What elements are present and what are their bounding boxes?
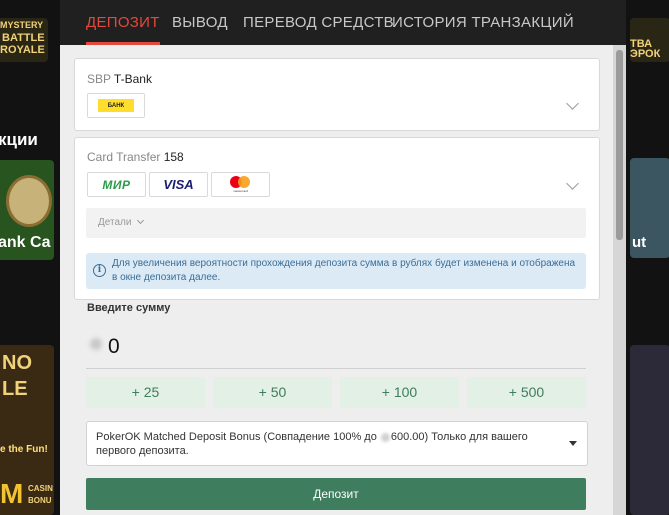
amount-label: Введите сумму — [87, 302, 171, 314]
payment-method-sbp[interactable]: SBP T-Bank БАНК — [74, 58, 600, 131]
currency-symbol-icon — [90, 338, 102, 350]
payment-number: 158 — [163, 150, 184, 164]
caret-down-icon[interactable] — [569, 441, 577, 446]
info-icon: i — [93, 264, 106, 277]
game-tile-title: ank Ca — [0, 234, 51, 251]
tbank-logo-badge: БАНК — [98, 99, 134, 112]
quick-amount-25-button[interactable]: + 25 — [86, 377, 205, 408]
tab-deposit[interactable]: ДЕПОЗИТ — [86, 14, 160, 31]
chevron-down-icon[interactable] — [566, 177, 579, 190]
game-tile-title: M — [0, 478, 24, 509]
game-tile-casino-hall[interactable] — [630, 345, 669, 515]
game-tile-title: CASIN — [28, 484, 53, 493]
mastercard-circles — [229, 176, 252, 188]
tab-transaction-history[interactable]: ИСТОРИЯ ТРАНЗАКЦИЙ — [392, 14, 574, 31]
quick-amount-500-button[interactable]: + 500 — [467, 377, 586, 408]
payment-provider: SBP — [87, 72, 111, 86]
payment-provider: Card Transfer — [87, 150, 161, 164]
clock-image — [6, 175, 52, 227]
amount-input[interactable]: 0 — [86, 328, 586, 369]
game-tile-title: NO — [2, 352, 32, 374]
mir-logo-text: МИР — [102, 177, 131, 192]
info-notice: i Для увеличения вероятности прохождения… — [86, 253, 586, 289]
mastercard-logo: mastercard — [211, 172, 270, 197]
game-tile-title: ROYALE — [0, 44, 45, 56]
tab-withdraw[interactable]: ВЫВОД — [172, 14, 228, 31]
scrollbar-thumb[interactable] — [616, 50, 623, 240]
chevron-down-icon[interactable] — [566, 97, 579, 110]
tab-transfer[interactable]: ПЕРЕВОД СРЕДСТВ — [243, 14, 394, 31]
game-tile-tagline: e the Fun! — [0, 444, 48, 455]
background-right-panel: ТВА ЭРОК ut — [626, 0, 669, 515]
deposit-submit-button[interactable]: Депозит — [86, 478, 586, 510]
cashier-tabs: ДЕПОЗИТ ВЫВОД ПЕРЕВОД СРЕДСТВ ИСТОРИЯ ТР… — [60, 0, 626, 45]
mastercard-caption: mastercard — [232, 189, 248, 193]
payment-bank: T-Bank — [113, 72, 152, 86]
game-tile-title: MYSTERY — [0, 20, 44, 30]
section-heading: кции — [0, 130, 38, 149]
visa-logo: VISA — [149, 172, 208, 197]
tbank-logo-text: БАНК — [107, 102, 125, 109]
details-toggle[interactable]: Детали — [86, 208, 586, 238]
amount-value[interactable]: 0 — [108, 335, 120, 359]
game-tile-title: LE — [2, 378, 28, 400]
game-tile-title: BATTLE — [2, 32, 45, 44]
bonus-select[interactable]: PokerOK Matched Deposit Bonus (Совпадени… — [86, 421, 588, 466]
bonus-select-value: PokerOK Matched Deposit Bonus (Совпадени… — [96, 430, 556, 458]
game-tile-title: ut — [632, 234, 647, 251]
quick-amount-100-button[interactable]: + 100 — [340, 377, 459, 408]
payment-method-title: SBP T-Bank — [87, 72, 152, 86]
tbank-logo: БАНК — [87, 93, 145, 118]
currency-symbol-icon — [380, 432, 390, 442]
bonus-text-part: PokerOK Matched Deposit Bonus (Совпадени… — [96, 431, 377, 443]
game-tile-title: ЭРОК — [630, 48, 661, 60]
mastercard-yellow-circle — [237, 176, 250, 188]
quick-amount-50-button[interactable]: + 50 — [213, 377, 332, 408]
mir-logo: МИР — [87, 172, 146, 197]
visa-logo-text: VISA — [163, 177, 194, 192]
details-label: Детали — [98, 217, 132, 228]
payment-method-title: Card Transfer 158 — [87, 150, 184, 164]
chevron-down-icon — [136, 216, 145, 225]
info-notice-text: Для увеличения вероятности прохождения д… — [112, 258, 576, 283]
cashier-modal: ДЕПОЗИТ ВЫВОД ПЕРЕВОД СРЕДСТВ ИСТОРИЯ ТР… — [60, 0, 626, 515]
active-tab-indicator — [86, 42, 160, 45]
background-left-panel: MYSTERY BATTLE ROYALE кции ank Ca NO LE … — [0, 0, 60, 515]
game-tile-title: BONU — [28, 496, 52, 505]
